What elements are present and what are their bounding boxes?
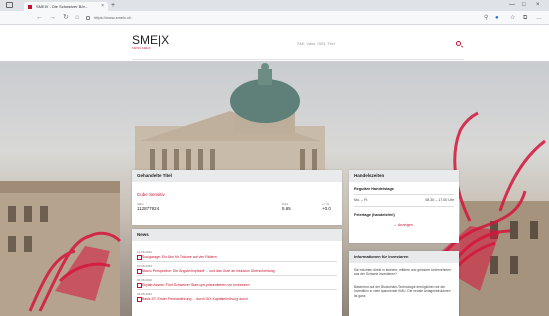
trading-hours-heading: Handelszeiten	[349, 170, 459, 182]
regular-days: Mo. – Fr.	[354, 198, 369, 202]
search-input[interactable]: SMI, Valor, ISIN, Titel	[297, 39, 461, 49]
traded-titles-card: Gehandelte Titel Cube Sensitiv Valor 112…	[132, 170, 342, 225]
collections-icon[interactable]: ⧉	[523, 14, 527, 22]
back-arrow-icon[interactable]: ←	[36, 13, 43, 23]
investors-paragraph: Sie möchten direkt in kleinere, mittlere…	[354, 268, 451, 277]
search-icon[interactable]	[456, 41, 461, 46]
new-tab-button[interactable]: +	[111, 1, 115, 10]
news-link[interactable]: Skylab Assets: Fünf Schweizer Start-ups …	[137, 283, 250, 288]
window-icon	[6, 2, 13, 8]
news-item[interactable]: 03.08.2022 Basis ST: Erster Fremdwährung…	[137, 292, 248, 302]
lock-icon	[86, 15, 90, 20]
site-logo[interactable]: SME|X SWISS SMEIX	[132, 33, 172, 55]
profile-icon[interactable]: ●	[495, 14, 499, 22]
search-placeholder: SMI, Valor, ISIN, Titel	[297, 41, 335, 46]
address-bar[interactable]: https://www.smeix.ch	[86, 14, 481, 22]
news-item[interactable]: 10.08.2022 Macro Perspective: Die Ängste…	[137, 264, 275, 274]
investors-paragraph: Basierend auf der Blockchain-Technologie…	[354, 285, 451, 298]
trading-hours-card: Handelszeiten Reguläre Handelstage Mo. –…	[349, 170, 459, 243]
menu-icon[interactable]: …	[536, 14, 542, 22]
news-heading: News	[132, 229, 342, 241]
news-divider	[137, 289, 337, 290]
investors-card: Informationen für Investoren Sie möchten…	[349, 251, 459, 316]
logo-text: SME|X	[132, 33, 170, 47]
show-more-label: Anzeigen	[397, 223, 413, 227]
reload-icon[interactable]: ↻	[63, 13, 69, 23]
logo-subtitle: SWISS SMEIX	[132, 47, 151, 50]
news-card: News 12.08.2022 Soulgarage: Ein Abo für …	[132, 229, 342, 316]
news-link[interactable]: Basis ST: Erster Fremdwährung ... durch …	[137, 297, 248, 302]
price-value: 5.65	[282, 206, 291, 211]
browser-toolbar: ← → ↻ ⌂ https://www.smeix.ch ⚲ ● ☆ ⧉ …	[0, 11, 549, 25]
holidays-label: Feiertage (handelsfrei)	[354, 213, 395, 217]
news-link[interactable]: Macro Perspective: Die Ängste/Impfstoff …	[137, 269, 275, 274]
tab-close-icon[interactable]: ×	[101, 2, 104, 11]
hero-banner: Gehandelte Titel Cube Sensitiv Valor 112…	[0, 61, 549, 316]
investors-heading: Informationen für Investoren	[349, 251, 459, 263]
extension-icon[interactable]: ⚲	[484, 14, 488, 22]
tab-title: SMEIX - Die Schweizer Bör...	[36, 4, 89, 9]
news-link[interactable]: Soulgarage: Ein Abo für Träume auf vier …	[137, 255, 217, 260]
header-divider	[132, 59, 464, 60]
news-item[interactable]: 06.08.2022 Skylab Assets: Fünf Schweizer…	[137, 278, 250, 288]
traded-title-link[interactable]: Cube Sensitiv	[137, 192, 165, 197]
home-icon[interactable]: ⌂	[75, 13, 79, 23]
maximize-button[interactable]: □	[522, 1, 526, 10]
chevron-down-icon: ⌄	[394, 223, 398, 227]
hours-divider	[354, 206, 454, 207]
news-divider	[137, 261, 337, 262]
site-header: SME|X SWISS SMEIX SMI, Valor, ISIN, Tite…	[0, 25, 549, 61]
close-window-button[interactable]: ×	[536, 1, 540, 10]
show-more-button[interactable]: ⌄ Anzeigen	[394, 223, 413, 227]
minimize-button[interactable]: —	[509, 1, 515, 10]
browser-tabbar: SMEIX - Die Schweizer Bör... × + — □ ×	[0, 0, 549, 11]
forward-arrow-icon[interactable]: →	[49, 13, 56, 23]
url-text: https://www.smeix.ch	[94, 15, 132, 20]
regular-days-label: Reguläre Handelstage	[354, 187, 394, 191]
news-divider	[137, 275, 337, 276]
valor-value: 112877924	[137, 206, 160, 211]
browser-tab[interactable]: SMEIX - Die Schweizer Bör... ×	[24, 2, 108, 11]
news-item[interactable]: 12.08.2022 Soulgarage: Ein Abo für Träum…	[137, 250, 217, 260]
favicon-icon	[28, 4, 32, 9]
hours-divider	[354, 194, 454, 195]
regular-time: 08.30 – 17.00 Uhr	[425, 198, 454, 202]
traded-titles-heading: Gehandelte Titel	[132, 170, 342, 182]
change-value: +0.0	[322, 206, 331, 211]
favorites-icon[interactable]: ☆	[510, 14, 515, 22]
